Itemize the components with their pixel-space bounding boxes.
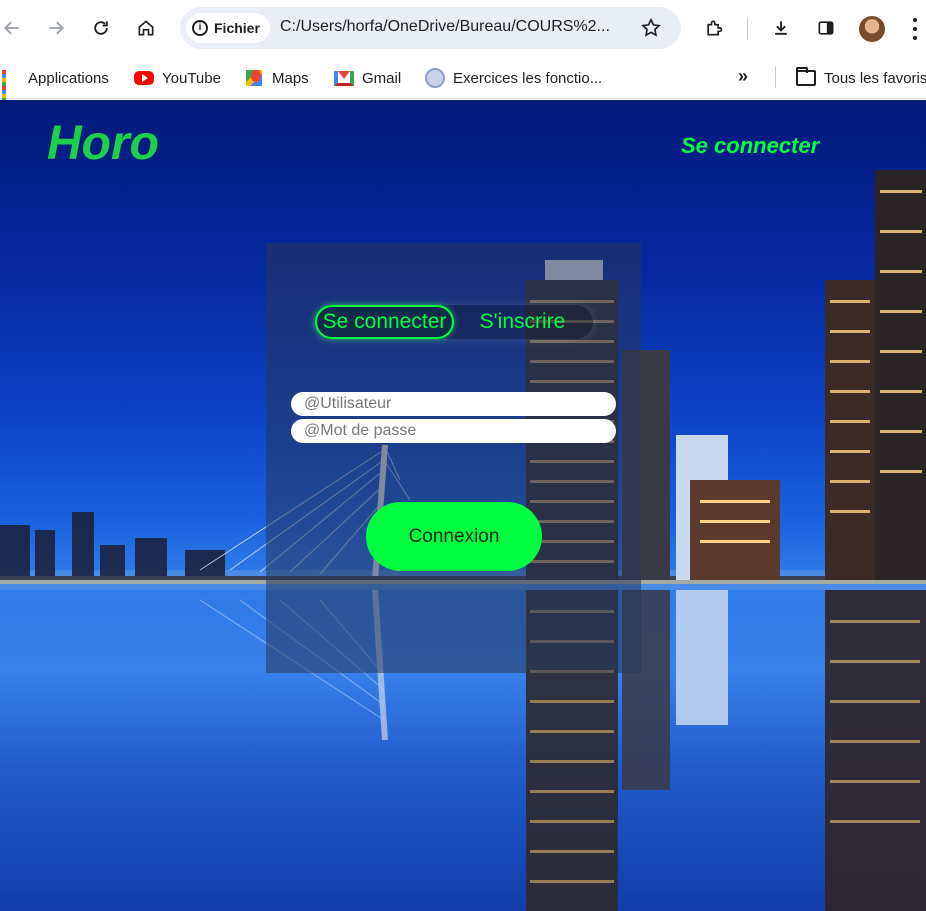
- back-button[interactable]: [0, 12, 28, 44]
- youtube-icon: [134, 71, 154, 85]
- reload-icon: [94, 21, 108, 35]
- side-panel-icon: [818, 21, 834, 35]
- login-submit-button[interactable]: Connexion: [366, 502, 542, 571]
- bookmark-label: YouTube: [162, 69, 221, 87]
- info-icon: i: [192, 20, 208, 36]
- bookmark-exercices[interactable]: Exercices les fonctio...: [425, 67, 602, 89]
- username-input[interactable]: [291, 392, 616, 416]
- bookmarks-overflow-button[interactable]: »: [738, 65, 748, 87]
- forward-button[interactable]: [40, 12, 72, 44]
- profile-avatar[interactable]: [859, 16, 885, 42]
- password-input[interactable]: [291, 419, 616, 443]
- header-login-link[interactable]: Se connecter: [681, 133, 819, 159]
- reload-button[interactable]: [85, 12, 117, 44]
- downloads-button[interactable]: [765, 12, 797, 44]
- forward-arrow-icon: [49, 21, 64, 35]
- chevron-double-right-icon: »: [738, 65, 749, 86]
- bookmark-maps[interactable]: Maps: [244, 67, 309, 89]
- bookmark-star-icon[interactable]: [640, 17, 662, 39]
- tab-signup[interactable]: S'inscrire: [470, 305, 575, 339]
- tab-login[interactable]: Se connecter: [315, 305, 454, 339]
- home-icon: [138, 20, 154, 36]
- download-icon: [775, 21, 787, 35]
- folder-icon: [796, 67, 816, 86]
- extensions-button[interactable]: [698, 12, 730, 44]
- bookmark-applications[interactable]: Applications: [0, 67, 109, 106]
- apps-grid-icon: [0, 68, 20, 106]
- bookmark-label: Applications: [28, 69, 109, 87]
- page-viewport: Horo Se connecter Se connecter S'inscrir…: [0, 100, 926, 911]
- maps-icon: [246, 70, 262, 86]
- bookmark-label: Exercices les fonctio...: [453, 69, 603, 87]
- exercise-site-icon: [425, 68, 445, 88]
- gmail-icon: [334, 70, 354, 86]
- bookmarks-separator: [775, 66, 776, 88]
- all-bookmarks-label: Tous les favoris: [824, 69, 926, 87]
- bookmark-youtube[interactable]: YouTube: [134, 67, 221, 89]
- toolbar-separator: [747, 18, 748, 40]
- bookmark-label: Maps: [272, 69, 309, 87]
- side-panel-button[interactable]: [810, 12, 842, 44]
- site-info-chip[interactable]: i Fichier: [186, 13, 270, 43]
- site-logo[interactable]: Horo: [47, 116, 159, 171]
- url-text[interactable]: C:/Users/horfa/OneDrive/Bureau/COURS%2..…: [280, 18, 632, 36]
- browser-menu-icon[interactable]: [905, 15, 925, 43]
- puzzle-icon: [707, 20, 723, 36]
- site-info-label: Fichier: [214, 20, 260, 36]
- address-bar[interactable]: i Fichier C:/Users/horfa/OneDrive/Bureau…: [180, 7, 681, 49]
- bookmark-gmail[interactable]: Gmail: [334, 67, 401, 89]
- all-bookmarks-button[interactable]: Tous les favoris: [796, 67, 926, 89]
- back-arrow-icon: [4, 21, 19, 35]
- browser-toolbar: i Fichier C:/Users/horfa/OneDrive/Bureau…: [0, 0, 926, 57]
- bookmarks-bar: Applications YouTube Maps Gmail Exercice…: [0, 57, 926, 106]
- home-button[interactable]: [130, 12, 162, 44]
- bookmark-label: Gmail: [362, 69, 402, 87]
